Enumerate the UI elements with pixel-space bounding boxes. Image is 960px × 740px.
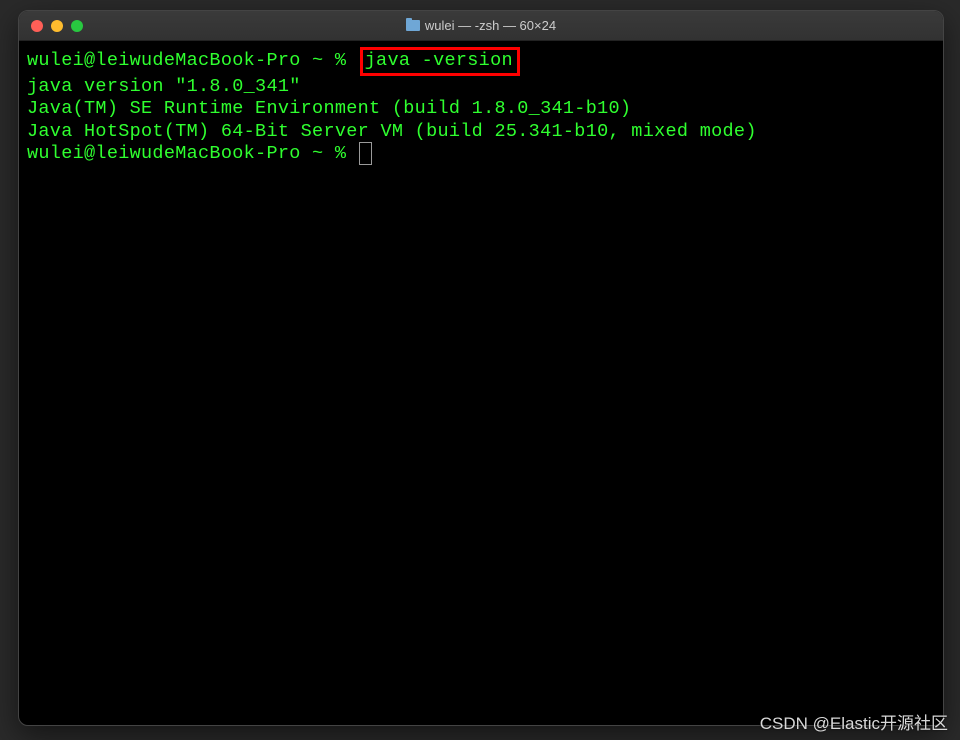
- titlebar[interactable]: wulei — -zsh — 60×24: [19, 11, 943, 41]
- minimize-button[interactable]: [51, 20, 63, 32]
- terminal-window: wulei — -zsh — 60×24 wulei@leiwudeMacBoo…: [18, 10, 944, 726]
- window-title: wulei — -zsh — 60×24: [19, 18, 943, 33]
- output-line-3: Java HotSpot(TM) 64-Bit Server VM (build…: [27, 121, 935, 144]
- watermark: CSDN @Elastic开源社区: [760, 709, 948, 734]
- prompt-line-2: wulei@leiwudeMacBook-Pro ~ %: [27, 143, 935, 166]
- output-line-1: java version "1.8.0_341": [27, 76, 935, 99]
- folder-icon: [406, 20, 420, 31]
- cursor: [360, 143, 371, 164]
- window-title-text: wulei — -zsh — 60×24: [425, 18, 556, 33]
- command-highlight: java -version: [360, 47, 520, 76]
- maximize-button[interactable]: [71, 20, 83, 32]
- traffic-lights: [19, 20, 83, 32]
- command-text: java -version: [365, 50, 513, 71]
- close-button[interactable]: [31, 20, 43, 32]
- terminal-body[interactable]: wulei@leiwudeMacBook-Pro ~ % java -versi…: [19, 41, 943, 172]
- output-line-2: Java(TM) SE Runtime Environment (build 1…: [27, 98, 935, 121]
- prompt-line-1: wulei@leiwudeMacBook-Pro ~ % java -versi…: [27, 47, 935, 76]
- prompt-text: wulei@leiwudeMacBook-Pro ~ %: [27, 50, 358, 71]
- prompt-text: wulei@leiwudeMacBook-Pro ~ %: [27, 143, 358, 164]
